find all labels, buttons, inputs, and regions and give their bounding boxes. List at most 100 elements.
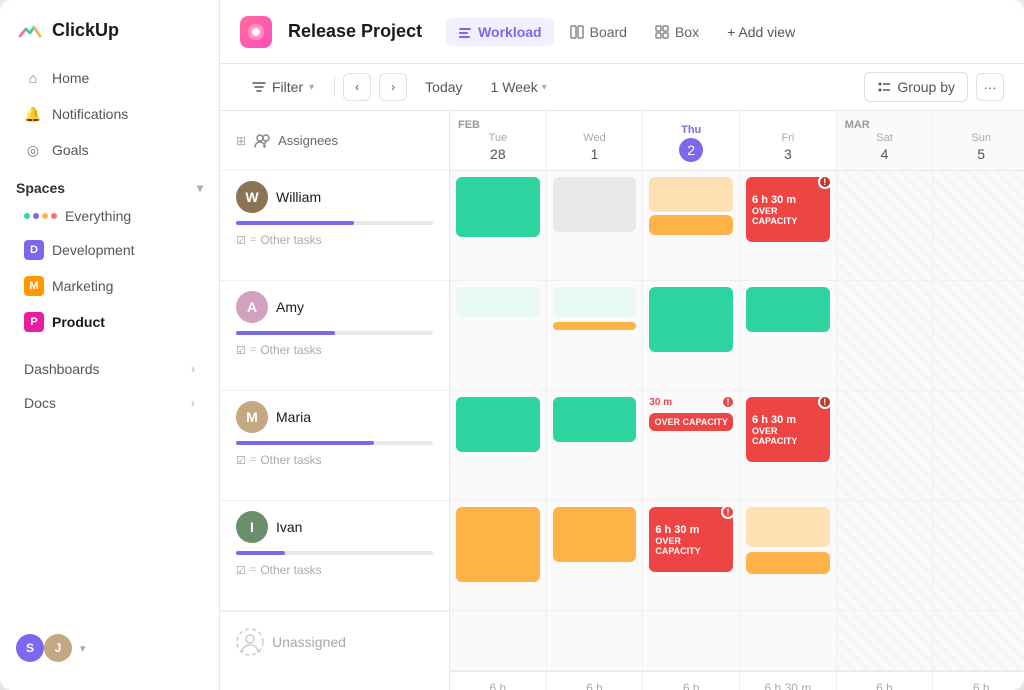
task-block[interactable] — [649, 287, 733, 352]
task-block[interactable] — [456, 507, 540, 582]
sidebar-home-label: Home — [52, 70, 89, 86]
task-block[interactable] — [456, 287, 540, 317]
day-col-5: Sun 5 — [933, 111, 1024, 170]
everything-icon — [24, 213, 57, 219]
cell-ivan-0 — [450, 501, 546, 611]
sidebar-bottom: S J ▾ — [0, 622, 219, 674]
cell-unassigned-4 — [837, 611, 933, 671]
cell-unassigned-2 — [643, 611, 739, 671]
avatar-william: W — [236, 181, 268, 213]
group-by-button[interactable]: Group by — [864, 72, 968, 102]
main-content: Release Project Workload Board — [220, 0, 1024, 690]
sidebar-item-docs[interactable]: Docs › — [8, 387, 211, 419]
calendar-inner: Feb Tue 28 Wed 1 Thu 2 F — [450, 111, 1024, 690]
progress-maria — [236, 441, 433, 445]
hours-row: 6 h 6 h 6 h 6 h 30 m 6 h 6 h — [450, 671, 1024, 690]
view-tabs: Workload Board Box — [446, 18, 807, 46]
hours-cell-1: 6 h — [547, 672, 644, 690]
task-block-amy[interactable] — [746, 287, 830, 332]
sidebar-item-product[interactable]: P Product — [8, 305, 211, 339]
cell-william-0 — [450, 171, 546, 281]
cell-william-1 — [547, 171, 643, 281]
hours-cell-3: 6 h 30 m — [740, 672, 837, 690]
filter-icon — [252, 80, 266, 94]
task-red-ivan[interactable]: 6 h 30 m OVER CAPACITY — [649, 507, 733, 572]
hours-cell-4: 6 h — [837, 672, 934, 690]
checkbox-icon-maria: ☑ — [236, 454, 246, 467]
logo-icon — [16, 16, 44, 44]
task-block[interactable] — [553, 397, 637, 442]
cell-maria-5 — [933, 391, 1024, 501]
task-pink-ivan[interactable] — [746, 507, 830, 547]
filter-chevron: ▾ — [309, 82, 314, 93]
progress-fill-amy — [236, 331, 335, 335]
today-button[interactable]: Today — [415, 74, 472, 100]
task-block[interactable] — [456, 397, 540, 452]
next-button[interactable]: › — [379, 73, 407, 101]
filter-button[interactable]: Filter ▾ — [240, 73, 326, 101]
cell-amy-4 — [837, 281, 933, 391]
tab-box[interactable]: Box — [643, 18, 711, 46]
task-red-william[interactable]: 6 h 30 m OVER CAPACITY — [746, 177, 830, 242]
task-orange-ivan[interactable] — [746, 552, 830, 574]
month-mar: Mar — [845, 119, 870, 131]
more-options-button[interactable]: ··· — [976, 73, 1004, 101]
task-block[interactable] — [553, 287, 637, 317]
day-col-0: Feb Tue 28 — [450, 111, 547, 170]
progress-william — [236, 221, 433, 225]
cell-unassigned-1 — [547, 611, 643, 671]
user-menu-arrow[interactable]: ▾ — [80, 642, 86, 655]
day-cells-3: 6 h 30 m OVER CAPACITY ! — [740, 171, 837, 671]
sidebar-item-marketing[interactable]: M Marketing — [8, 269, 211, 303]
sidebar: ClickUp ⌂ Home 🔔 Notifications ◎ Goals S… — [0, 0, 220, 690]
task-red-block[interactable]: OVER CAPACITY — [649, 413, 733, 431]
sidebar-item-home[interactable]: ⌂ Home — [8, 61, 211, 95]
other-tasks-ivan: ☑ = Other tasks — [236, 563, 433, 577]
other-tasks-maria: ☑ = Other tasks — [236, 453, 433, 467]
cal-body: 30 m OVER CAPACITY ! — [450, 171, 1024, 671]
task-block[interactable] — [456, 177, 540, 237]
task-block[interactable] — [553, 507, 637, 562]
sidebar-item-goals[interactable]: ◎ Goals — [8, 133, 211, 167]
cell-william-3: 6 h 30 m OVER CAPACITY ! — [740, 171, 836, 281]
product-badge: P — [24, 312, 44, 332]
expand-icon[interactable]: ⊞ — [236, 134, 246, 148]
day-col-3: Fri 3 — [740, 111, 837, 170]
task-block-pink[interactable] — [649, 177, 733, 212]
home-icon: ⌂ — [24, 69, 42, 87]
week-selector[interactable]: 1 Week ▾ — [481, 74, 557, 100]
assignees-column: ⊞ Assignees W William — [220, 111, 450, 690]
sidebar-item-development[interactable]: D Development — [8, 233, 211, 267]
cell-amy-2 — [643, 281, 739, 391]
task-block-orange[interactable] — [553, 322, 637, 330]
user-avatar-2[interactable]: J — [44, 634, 72, 662]
group-icon — [877, 80, 891, 94]
avatar-maria: M — [236, 401, 268, 433]
info-icon: ! — [721, 395, 735, 409]
add-view-button[interactable]: + Add view — [715, 18, 807, 46]
assignee-row-maria: M Maria ☑ = Other tasks — [220, 391, 449, 501]
cell-ivan-1 — [547, 501, 643, 611]
assignee-row-ivan: I Ivan ☑ = Other tasks — [220, 501, 449, 611]
tab-board[interactable]: Board — [558, 18, 639, 46]
week-chevron: ▾ — [542, 82, 547, 93]
sidebar-item-notifications[interactable]: 🔔 Notifications — [8, 97, 211, 131]
task-block[interactable] — [553, 177, 637, 232]
day-cells-2: 30 m OVER CAPACITY ! — [643, 171, 740, 671]
chevron-right-icon: › — [191, 362, 195, 376]
sidebar-item-everything[interactable]: Everything — [8, 201, 211, 231]
cell-maria-1 — [547, 391, 643, 501]
sidebar-item-dashboards[interactable]: Dashboards › — [8, 353, 211, 385]
spaces-section: Spaces ▾ — [0, 168, 219, 200]
task-red-maria[interactable]: 6 h 30 m OVER CAPACITY — [746, 397, 830, 462]
spaces-header[interactable]: Spaces ▾ — [16, 180, 203, 196]
goals-icon: ◎ — [24, 141, 42, 159]
prev-button[interactable]: ‹ — [343, 73, 371, 101]
checkbox-icon: ☑ — [236, 234, 246, 247]
task-block-orange[interactable] — [649, 215, 733, 235]
chevron-right-icon-docs: › — [191, 396, 195, 410]
user-avatar[interactable]: S — [16, 634, 44, 662]
progress-amy — [236, 331, 433, 335]
cell-unassigned-0 — [450, 611, 546, 671]
tab-workload[interactable]: Workload — [446, 18, 554, 46]
